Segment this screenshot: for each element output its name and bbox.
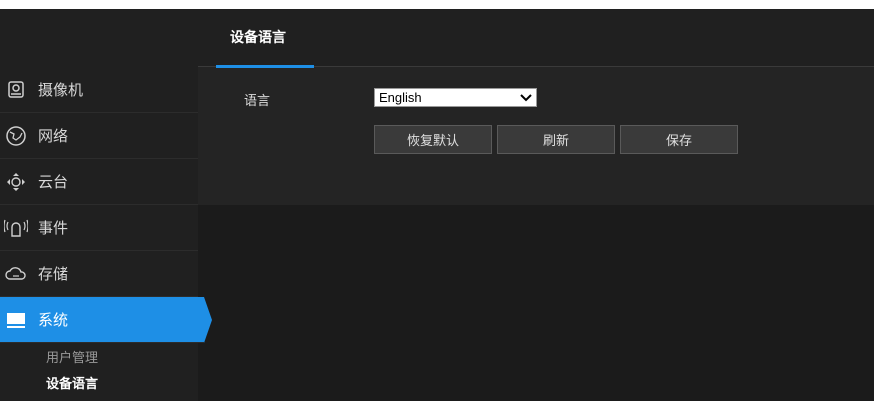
sidebar-item-event[interactable]: 事件 <box>0 205 198 251</box>
save-button[interactable]: 保存 <box>620 125 738 154</box>
sidebar-item-camera[interactable]: 摄像机 <box>0 67 198 113</box>
monitor-icon <box>4 308 28 332</box>
language-select-value: English <box>379 90 422 105</box>
sidebar-subitem-device-language[interactable]: 设备语言 <box>0 372 198 398</box>
sidebar-item-label: 系统 <box>38 311 69 329</box>
alarm-icon <box>4 216 28 240</box>
settings-panel: 设备语言 语言 English 恢复默认 刷新 保存 <box>198 9 874 205</box>
sidebar-header <box>0 9 198 67</box>
sidebar-item-label: 事件 <box>38 219 69 237</box>
sidebar-item-system[interactable]: 系统 <box>0 297 212 343</box>
tab-bar: 设备语言 <box>198 9 874 68</box>
sidebar: 摄像机 网络 云台 事件 存储 系统 用户管理 设备语言 <box>0 9 212 401</box>
top-border <box>0 0 874 9</box>
sidebar-item-label: 云台 <box>38 173 69 191</box>
cloud-storage-icon <box>4 262 28 286</box>
sidebar-item-ptz[interactable]: 云台 <box>0 159 198 205</box>
tab-device-language[interactable]: 设备语言 <box>216 9 314 68</box>
sidebar-item-network[interactable]: 网络 <box>0 113 198 159</box>
chevron-down-icon <box>520 92 532 104</box>
sidebar-item-storage[interactable]: 存储 <box>0 251 198 297</box>
camera-icon <box>4 78 28 102</box>
sidebar-item-label: 网络 <box>38 127 69 145</box>
language-select[interactable]: English <box>374 88 537 107</box>
sidebar-item-label: 存储 <box>38 265 69 283</box>
globe-icon <box>4 124 28 148</box>
refresh-button[interactable]: 刷新 <box>497 125 615 154</box>
sidebar-item-label: 摄像机 <box>38 81 84 99</box>
sidebar-subitem-user-management[interactable]: 用户管理 <box>0 346 198 372</box>
restore-default-button[interactable]: 恢复默认 <box>374 125 492 154</box>
ptz-icon <box>4 170 28 194</box>
language-label: 语言 <box>244 94 271 109</box>
